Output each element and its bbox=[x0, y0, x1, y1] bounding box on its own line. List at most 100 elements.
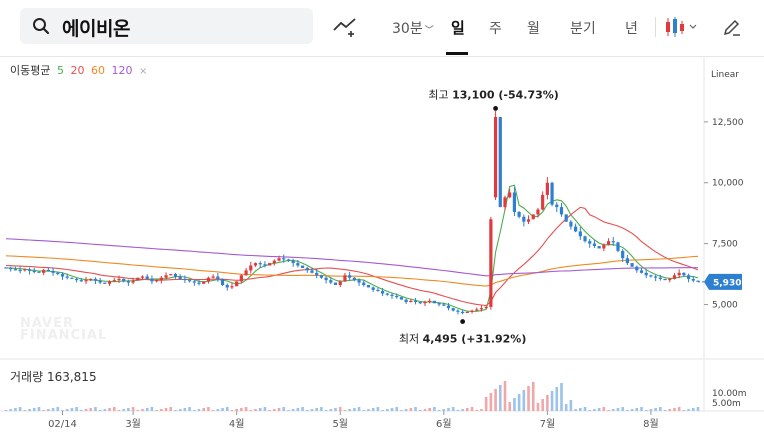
volume-bar bbox=[503, 381, 507, 411]
volume-bar bbox=[691, 408, 695, 411]
volume-tick-label: 10.00m bbox=[712, 389, 747, 399]
volume-bar bbox=[611, 409, 615, 411]
interval-select[interactable]: 30분 ﹀ bbox=[392, 18, 434, 38]
candle-body bbox=[451, 308, 455, 311]
candle-body bbox=[93, 278, 98, 281]
volume-bar bbox=[428, 408, 431, 411]
candle-body bbox=[399, 297, 404, 300]
candle-body bbox=[470, 310, 474, 312]
interval-label: 30분 bbox=[392, 21, 423, 37]
volume-bar bbox=[560, 383, 563, 411]
volume-bar bbox=[663, 410, 667, 411]
volume-bar bbox=[320, 407, 323, 411]
candle-body bbox=[112, 280, 116, 282]
candle-body bbox=[79, 280, 83, 282]
y-tick-label: 10,000 bbox=[712, 179, 744, 189]
candle-body bbox=[555, 204, 559, 208]
candle-body bbox=[122, 278, 126, 282]
candle-body bbox=[145, 276, 149, 279]
volume-bar bbox=[536, 403, 540, 411]
candle-body bbox=[343, 275, 347, 282]
candle-body bbox=[668, 278, 672, 281]
volume-bar bbox=[230, 410, 234, 411]
tab-day[interactable]: 일 bbox=[451, 17, 465, 38]
candle-body bbox=[173, 274, 178, 277]
candle-body bbox=[409, 300, 413, 303]
volume-bar bbox=[475, 410, 479, 411]
candle-body bbox=[352, 277, 356, 281]
price-chart[interactable]: Linear 12,500 10,000 7,500 5,000 02/14 3월 4월 5… bbox=[0, 56, 764, 433]
candle-body bbox=[479, 308, 484, 310]
volume-bar bbox=[216, 409, 220, 411]
volume-bar bbox=[508, 402, 512, 411]
volume-bar bbox=[423, 409, 427, 411]
candle-body bbox=[169, 274, 173, 276]
volume-bar bbox=[192, 410, 196, 411]
volume-bar bbox=[338, 407, 342, 411]
candle-body bbox=[117, 278, 121, 281]
candle-body bbox=[282, 258, 286, 260]
volume-bar bbox=[244, 407, 248, 411]
volume-bar bbox=[696, 407, 700, 411]
volume-bar bbox=[127, 408, 130, 411]
indicator-add-icon[interactable] bbox=[333, 16, 359, 38]
x-tick-label: 02/14 bbox=[48, 419, 77, 430]
volume-bar bbox=[654, 408, 657, 411]
candle-body bbox=[423, 302, 427, 304]
volume-bar bbox=[668, 409, 672, 411]
candle-body bbox=[103, 282, 107, 284]
candle-body bbox=[126, 281, 130, 283]
volume-bar bbox=[141, 409, 144, 411]
volume-bar bbox=[607, 410, 610, 411]
candle-body bbox=[484, 306, 488, 309]
toolbar-divider bbox=[655, 17, 656, 37]
candle-body bbox=[611, 241, 615, 243]
volume-bar bbox=[498, 385, 502, 411]
candle-body bbox=[329, 280, 333, 283]
volume-bar bbox=[56, 407, 60, 411]
volume-bar bbox=[9, 409, 13, 411]
candle-body bbox=[625, 258, 629, 264]
candle-body bbox=[230, 286, 234, 288]
candle-body bbox=[216, 276, 220, 279]
tab-year[interactable]: 년 bbox=[625, 18, 638, 38]
candle-body bbox=[244, 270, 248, 276]
volume-bar bbox=[287, 410, 290, 411]
scale-label[interactable]: Linear bbox=[711, 70, 739, 80]
candle-body bbox=[682, 272, 686, 276]
candle-body bbox=[9, 267, 13, 270]
volume-bar bbox=[395, 407, 399, 411]
current-price-label: 5,930 bbox=[713, 278, 741, 288]
candle-body bbox=[578, 231, 582, 237]
chevron-down-icon: ﹀ bbox=[424, 26, 434, 36]
candle-body bbox=[413, 300, 418, 303]
candle-body bbox=[526, 219, 531, 222]
tab-week[interactable]: 주 bbox=[489, 18, 502, 38]
volume-bar bbox=[513, 398, 516, 411]
volume-bar bbox=[677, 407, 681, 411]
volume-bar bbox=[376, 407, 380, 411]
volume-bar bbox=[442, 409, 446, 411]
search-box[interactable]: 에이비온 bbox=[20, 8, 313, 44]
candle-body bbox=[362, 282, 366, 285]
volume-bar bbox=[456, 410, 460, 411]
volume-bar bbox=[103, 409, 107, 411]
volume-bar bbox=[174, 410, 177, 411]
volume-bar bbox=[569, 400, 573, 411]
candle-body bbox=[183, 278, 187, 281]
candle-body bbox=[385, 293, 389, 295]
volume-bar bbox=[202, 408, 206, 411]
tab-month[interactable]: 월 bbox=[527, 18, 540, 38]
volume-bar bbox=[447, 408, 450, 411]
pencil-icon[interactable] bbox=[722, 17, 742, 37]
candle-body bbox=[489, 219, 493, 307]
candle-body bbox=[18, 269, 22, 272]
candle-body bbox=[517, 211, 521, 217]
candle-body bbox=[305, 267, 309, 271]
volume-bar bbox=[357, 407, 361, 411]
tab-quarter[interactable]: 분기 bbox=[570, 18, 596, 38]
volume-bar bbox=[470, 407, 474, 411]
candle-type-icon[interactable] bbox=[665, 16, 699, 38]
candle-body bbox=[686, 275, 691, 279]
candle-body bbox=[272, 260, 276, 264]
